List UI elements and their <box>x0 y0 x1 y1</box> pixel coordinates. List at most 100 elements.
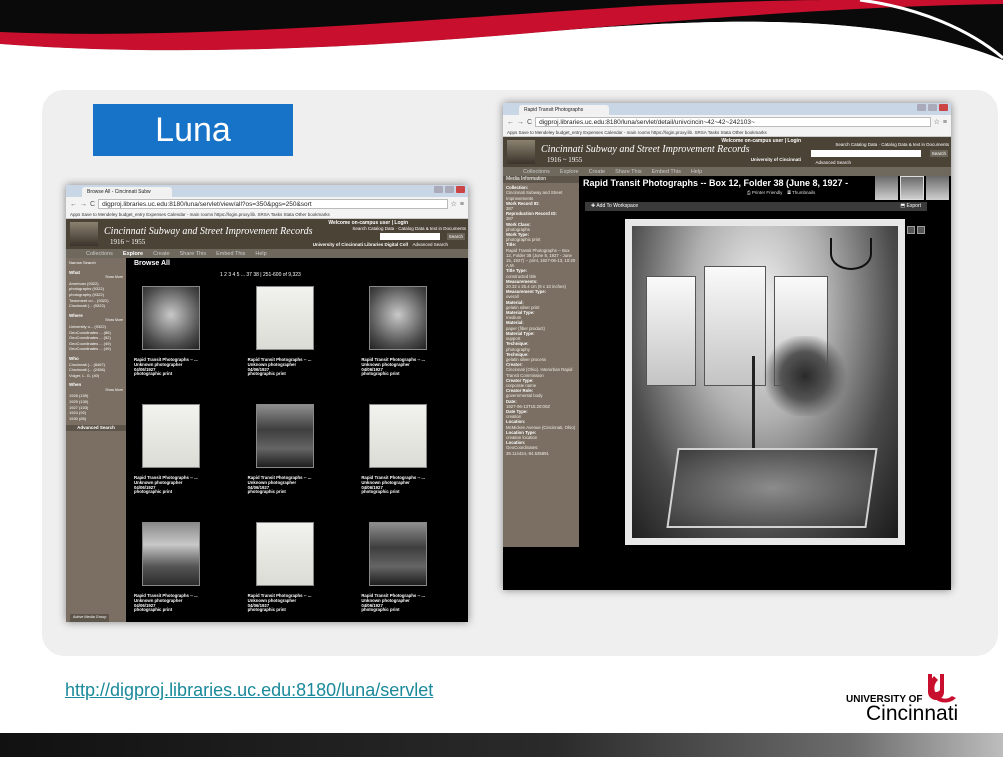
zoom-icon[interactable] <box>907 226 915 234</box>
facet-item[interactable]: GeoCoordinates ... (49) <box>69 346 123 352</box>
forward-icon[interactable]: → <box>517 119 524 126</box>
rug <box>666 448 878 528</box>
thumbnail-selected[interactable] <box>899 176 925 200</box>
browse-screenshot: Browse All - Cincinnati Subw ← → C digpr… <box>66 185 468 622</box>
export-button[interactable]: Export <box>907 203 921 209</box>
star-icon[interactable]: ☆ <box>451 200 457 208</box>
slide-title: Luna <box>93 104 293 156</box>
menu-icon[interactable]: ≡ <box>943 119 947 126</box>
menu-help[interactable]: Help <box>255 251 266 257</box>
result-item[interactable]: Rapid Transit Photographs -- ... Unknown … <box>361 520 459 622</box>
url-field[interactable]: digproj.libraries.uc.edu:8180/luna/servl… <box>98 199 448 209</box>
menu-explore[interactable]: Explore <box>560 169 579 175</box>
reload-icon[interactable]: C <box>527 119 532 126</box>
close-icon[interactable] <box>456 186 465 193</box>
floor-lamp <box>752 356 755 456</box>
advanced-search-button[interactable]: Advanced Search <box>66 425 126 432</box>
facet-item[interactable]: Volger, L. G. (40) <box>69 373 123 379</box>
facet-item[interactable]: 1930 (85) <box>69 416 123 422</box>
result-caption: Rapid Transit Photographs -- ... Unknown … <box>248 475 312 495</box>
menu-create[interactable]: Create <box>589 169 606 175</box>
media-info-heading[interactable]: Media Information <box>503 176 579 184</box>
site-menu: Collections Explore Create Share This Em… <box>66 249 468 258</box>
url-link[interactable]: http://digproj.libraries.uc.edu:8180/lun… <box>65 680 433 701</box>
thumbnails-link[interactable]: Thumbnails <box>792 190 815 195</box>
thumbnails-icon[interactable]: ▦ <box>787 190 790 195</box>
field-value[interactable]: Cincinnati Subway and Street Improvement… <box>506 190 576 200</box>
thumbnail[interactable] <box>875 176 898 200</box>
menu-embed[interactable]: Embed This <box>652 169 681 175</box>
field-value[interactable]: GeoCoordinates: 39.114424,-84.535891 <box>506 445 576 455</box>
result-item[interactable]: Rapid Transit Photographs -- ... Unknown … <box>248 520 346 622</box>
result-thumbnail[interactable] <box>142 286 200 350</box>
reload-icon[interactable]: C <box>90 201 95 208</box>
result-item[interactable]: Rapid Transit Photographs -- ... Unknown … <box>361 402 459 520</box>
result-thumbnail[interactable] <box>369 286 428 350</box>
result-thumbnail[interactable] <box>255 286 314 350</box>
menu-collections[interactable]: Collections <box>86 251 113 257</box>
plus-icon[interactable]: ✚ <box>591 203 595 209</box>
result-thumbnail[interactable] <box>142 522 200 586</box>
view-options: ⎙ Printer Friendly ▦ Thumbnails <box>747 190 815 195</box>
maximize-icon[interactable] <box>445 186 454 193</box>
welcome-login[interactable]: Welcome on-campus user | Login <box>721 138 801 144</box>
result-item[interactable]: Rapid Transit Photographs -- ... Unknown … <box>134 284 232 402</box>
result-thumbnail[interactable] <box>142 404 200 468</box>
search-options[interactable]: Search Catalog Data · Catalog Data & tex… <box>835 142 949 147</box>
search-options[interactable]: Search Catalog Data · Catalog Data & tex… <box>352 226 466 231</box>
result-item[interactable]: Rapid Transit Photographs -- ... Unknown … <box>134 520 232 622</box>
close-icon[interactable] <box>939 104 948 111</box>
result-caption: Rapid Transit Photographs -- ... Unknown … <box>134 475 198 495</box>
search-button[interactable]: Search <box>446 233 465 240</box>
fullscreen-icon[interactable] <box>917 226 925 234</box>
maximize-icon[interactable] <box>928 104 937 111</box>
advanced-search-link[interactable]: Advanced Search <box>412 242 448 247</box>
result-item[interactable]: Rapid Transit Photographs -- ... Unknown … <box>248 284 346 402</box>
pager[interactable]: 1 2 3 4 5 ... 37 38 | 251-600 of 9,323 <box>220 272 301 278</box>
thumbnail[interactable] <box>926 176 950 200</box>
star-icon[interactable]: ☆ <box>934 118 940 126</box>
result-caption: Rapid Transit Photographs -- ... Unknown … <box>361 593 425 613</box>
add-to-workspace-button[interactable]: Add To Workspace <box>596 203 638 209</box>
search-input[interactable] <box>811 150 921 157</box>
menu-embed[interactable]: Embed This <box>216 251 245 257</box>
media-group-button[interactable]: Active Media Group <box>70 614 110 622</box>
menu-collections[interactable]: Collections <box>523 169 550 175</box>
menu-explore[interactable]: Explore <box>123 251 143 257</box>
result-item[interactable]: Rapid Transit Photographs -- ... Unknown … <box>248 402 346 520</box>
result-thumbnail[interactable] <box>255 404 314 468</box>
menu-create[interactable]: Create <box>153 251 170 257</box>
site-years: 1916 ~ 1955 <box>547 156 583 164</box>
result-thumbnail[interactable] <box>369 522 428 586</box>
printer-friendly-link[interactable]: Printer Friendly <box>752 190 783 195</box>
browser-tab[interactable]: Browse All - Cincinnati Subw <box>82 187 172 197</box>
result-thumbnail[interactable] <box>369 404 428 468</box>
menu-help[interactable]: Help <box>691 169 702 175</box>
result-thumbnail[interactable] <box>255 522 314 586</box>
printer-icon[interactable]: ⎙ <box>747 190 751 195</box>
back-icon[interactable]: ← <box>507 119 514 126</box>
menu-icon[interactable]: ≡ <box>460 201 464 208</box>
search-button[interactable]: Search <box>929 150 948 157</box>
field-value[interactable]: Cincinnati (Ohio). Interurban Rapid Tran… <box>506 367 576 377</box>
record-image[interactable] <box>625 219 905 545</box>
result-item[interactable]: Rapid Transit Photographs -- ... Unknown … <box>361 284 459 402</box>
menu-share[interactable]: Share This <box>615 169 642 175</box>
window-controls <box>434 186 465 193</box>
url-field[interactable]: digproj.libraries.uc.edu:8180/luna/servl… <box>535 117 931 127</box>
search-input[interactable] <box>380 233 440 240</box>
back-icon[interactable]: ← <box>70 201 77 208</box>
field-value[interactable]: Rapid Transit Photographs -- Box 12, Fol… <box>506 248 576 269</box>
export-icon[interactable]: ⬒ <box>900 203 905 209</box>
result-item[interactable]: Rapid Transit Photographs -- ... Unknown … <box>134 402 232 520</box>
browser-tab[interactable]: Rapid Transit Photographs <box>519 105 609 115</box>
result-type: photographic print <box>361 607 400 613</box>
result-type: photographic print <box>361 371 400 377</box>
advanced-search-link[interactable]: Advanced Search <box>815 160 851 165</box>
forward-icon[interactable]: → <box>80 201 87 208</box>
facet-item[interactable]: Cincinnati (... (9322) <box>69 303 123 309</box>
minimize-icon[interactable] <box>917 104 926 111</box>
menu-share[interactable]: Share This <box>180 251 207 257</box>
minimize-icon[interactable] <box>434 186 443 193</box>
field-value[interactable]: McMicken Avenue (Cincinnati, Ohio) <box>506 425 576 430</box>
